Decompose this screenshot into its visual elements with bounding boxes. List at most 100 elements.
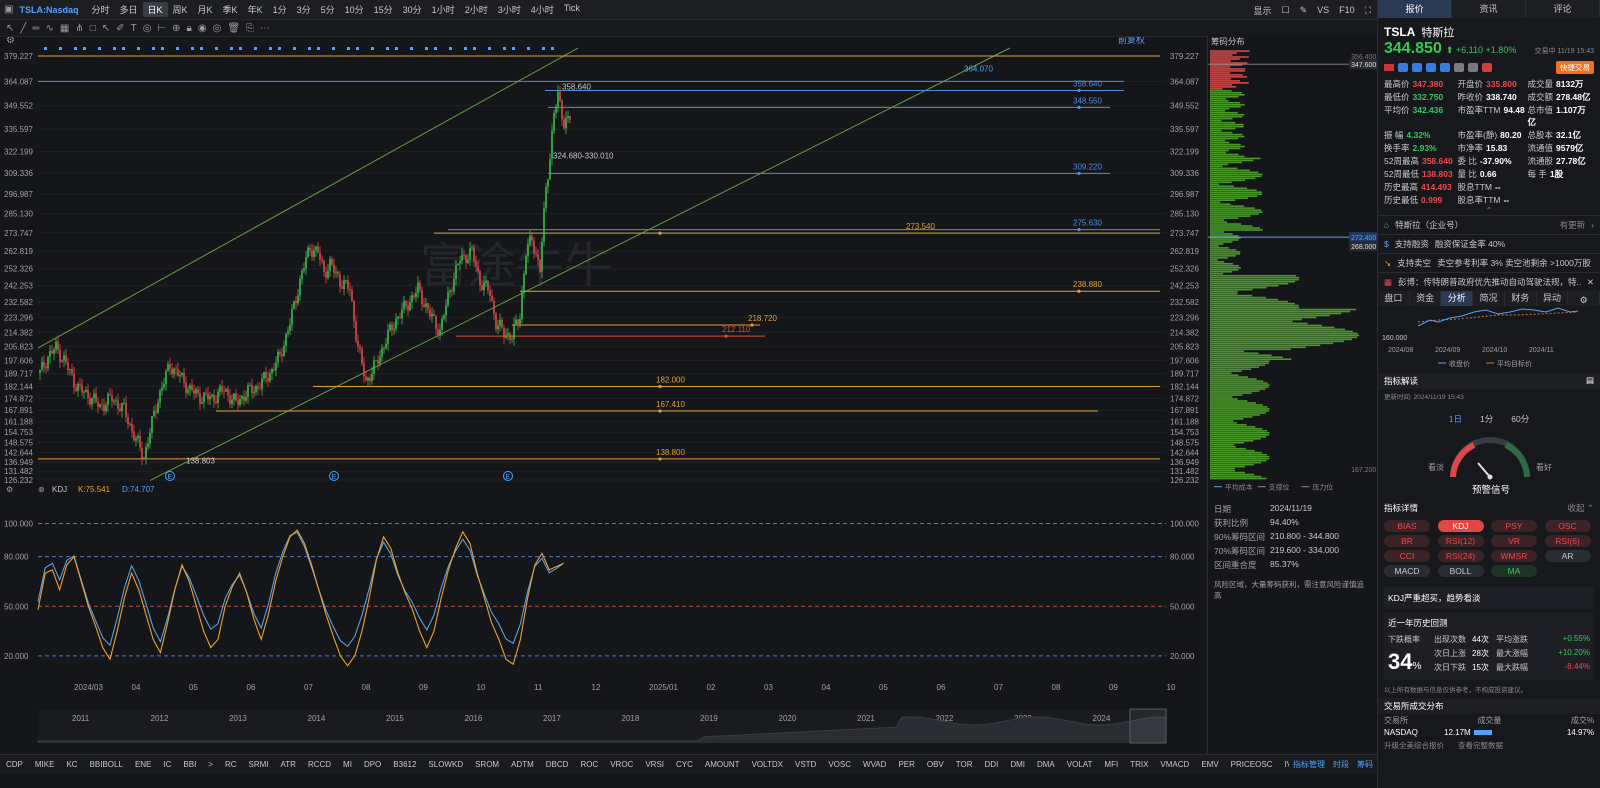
timeframe-tab[interactable]: Tick xyxy=(559,2,585,17)
company-more[interactable]: 有更新 xyxy=(1560,219,1586,231)
indicator-tab[interactable]: VSTD xyxy=(789,760,822,769)
indicator-tab[interactable]: AMOUNT xyxy=(699,760,746,769)
analysis-tab[interactable]: 异动 xyxy=(1537,291,1569,306)
signal-period-tab[interactable]: 1日 xyxy=(1449,413,1462,425)
draw-icon[interactable]: ✎ xyxy=(1300,5,1308,16)
text-tool-icon[interactable]: T xyxy=(131,23,137,34)
close-icon[interactable]: ✕ xyxy=(1587,277,1594,288)
full-data-link[interactable]: 查看完整数据 xyxy=(1458,740,1503,751)
indicator-button[interactable]: BOLL xyxy=(1437,565,1484,577)
analysis-tab[interactable]: 简况 xyxy=(1473,291,1505,306)
timeframe-tab[interactable]: 日K xyxy=(142,2,168,17)
indicator-tab[interactable]: SRMI xyxy=(243,760,275,769)
indicator-tab[interactable]: KC xyxy=(60,760,83,769)
indicator-tab[interactable]: SLOWKD xyxy=(422,760,469,769)
indicator-tab[interactable]: VOLAT xyxy=(1061,760,1099,769)
indicator-button[interactable]: BR xyxy=(1384,535,1430,547)
indicator-tab[interactable]: WVAD xyxy=(857,760,892,769)
timeframe-tab[interactable]: 季K xyxy=(218,2,243,17)
timeframe-tab[interactable]: 30分 xyxy=(398,2,427,17)
f10-button[interactable]: F10 xyxy=(1339,5,1355,15)
indicator-tab[interactable]: RC xyxy=(219,760,243,769)
pitchfork-tool-icon[interactable]: ⋔ xyxy=(75,23,83,34)
timeframe-tab[interactable]: 多日 xyxy=(114,2,142,17)
kdj-settings-icon[interactable]: ⚙ xyxy=(6,485,13,494)
indicator-tab[interactable]: VOLTDX xyxy=(746,760,789,769)
compare-button[interactable]: VS xyxy=(1317,5,1329,15)
indicator-right-tab[interactable]: 时段 xyxy=(1329,759,1353,770)
analysis-tab[interactable]: 盘口 xyxy=(1378,291,1410,306)
collapse-icon[interactable]: ⌃ xyxy=(1378,206,1600,215)
indicator-tab[interactable]: PER xyxy=(892,760,920,769)
layout-icon[interactable]: ☐ xyxy=(1282,5,1290,16)
indicator-tab[interactable]: RCCD xyxy=(302,760,337,769)
indicator-button[interactable]: RSI(6) xyxy=(1544,535,1591,547)
indicator-tab[interactable]: CYC xyxy=(670,760,699,769)
indicator-tab[interactable]: ADTM xyxy=(505,760,540,769)
signal-period-tab[interactable]: 60分 xyxy=(1511,413,1529,425)
quote-tab[interactable]: 评论 xyxy=(1526,0,1600,18)
indicator-tab[interactable]: MIKE xyxy=(29,760,61,769)
arrow-tool-icon[interactable]: ↖ xyxy=(102,23,110,34)
indicator-button[interactable]: VR xyxy=(1491,535,1537,547)
magnet-icon[interactable]: ◎ xyxy=(143,23,152,34)
indicator-tab[interactable]: DBCD xyxy=(540,760,575,769)
ruler-icon[interactable]: ⊢ xyxy=(157,23,166,34)
indicator-tab[interactable]: DMA xyxy=(1031,760,1061,769)
timeframe-tab[interactable]: 1分 xyxy=(268,2,292,17)
more-icon[interactable]: ⋯ xyxy=(260,23,270,34)
lock-icon[interactable]: 🔒︎ xyxy=(187,23,192,34)
news-text[interactable]: 彭博：传特朗普政府优先推动自动驾驶法规，特... xyxy=(1398,276,1581,288)
indicator-tab[interactable]: BBIBOLL xyxy=(84,760,129,769)
indicator-button[interactable]: OSC xyxy=(1544,520,1591,532)
indicator-tab[interactable]: ATR xyxy=(275,760,302,769)
timeframe-tab[interactable]: 周K xyxy=(168,2,193,17)
timeframe-tab[interactable]: 3小时 xyxy=(493,2,526,17)
indicator-tab[interactable]: CDP xyxy=(0,760,29,769)
indicator-button[interactable]: MACD xyxy=(1384,565,1430,577)
symbol-label[interactable]: TSLA:Nasdaq xyxy=(19,5,78,15)
indicator-tab[interactable]: DMI xyxy=(1004,760,1031,769)
indicator-tab[interactable]: OBV xyxy=(921,760,950,769)
indicator-tab[interactable]: VMACD xyxy=(1154,760,1195,769)
cursor-icon[interactable]: ↖ xyxy=(6,23,14,34)
timeframe-tab[interactable]: 月K xyxy=(193,2,218,17)
collapse-button[interactable]: 收起 ⌃ xyxy=(1568,502,1595,514)
timeframe-tab[interactable]: 分时 xyxy=(86,2,114,17)
line-tool-icon[interactable]: ╱ xyxy=(20,23,26,34)
indicator-tab[interactable]: ROC xyxy=(574,760,604,769)
navigator-window[interactable] xyxy=(1129,708,1167,744)
indicator-tab[interactable]: DPO xyxy=(358,760,387,769)
company-row[interactable]: ⌂ 特斯拉（企业号） 有更新 › xyxy=(1378,215,1600,234)
timeframe-tab[interactable]: 年K xyxy=(243,2,268,17)
brush-tool-icon[interactable]: ✐ xyxy=(116,23,124,34)
quote-tab[interactable]: 报价 xyxy=(1378,0,1452,18)
restore-select[interactable]: 前复权 xyxy=(1118,37,1145,45)
indicator-tab[interactable]: VOSC xyxy=(822,760,857,769)
timeframe-tab[interactable]: 2小时 xyxy=(460,2,493,17)
indicator-button[interactable]: MA xyxy=(1491,565,1537,577)
display-menu[interactable]: 显示 xyxy=(1254,4,1272,17)
indicator-button[interactable]: RSI(24) xyxy=(1437,550,1484,562)
indicator-tab[interactable]: > xyxy=(202,760,219,769)
indicator-button[interactable]: PSY xyxy=(1491,520,1537,532)
indicator-button[interactable]: BIAS xyxy=(1384,520,1430,532)
indicator-tab[interactable]: IV xyxy=(1278,760,1289,769)
timeframe-tab[interactable]: 5分 xyxy=(316,2,340,17)
copy-icon[interactable]: ⎘ xyxy=(246,23,254,34)
analysis-tab[interactable]: 资金 xyxy=(1410,291,1442,306)
fullscreen-icon[interactable]: ⛶ xyxy=(1365,5,1371,16)
indicator-button[interactable]: RSI(12) xyxy=(1437,535,1484,547)
sidebar-toggle-icon[interactable]: ▣ xyxy=(4,4,13,15)
kdj-collapse-icon[interactable]: ⊗ xyxy=(38,485,45,494)
indicator-button[interactable]: AR xyxy=(1544,550,1591,562)
news-row[interactable]: ▦ 彭博：传特朗普政府优先推动自动驾驶法规，特... ✕ xyxy=(1378,272,1600,291)
upgrade-link[interactable]: 升级全美综合报价 xyxy=(1384,740,1444,751)
indicator-tab[interactable]: MI xyxy=(337,760,358,769)
hline-tool-icon[interactable]: ═ xyxy=(32,23,39,34)
indicator-tab[interactable]: MFI xyxy=(1098,760,1124,769)
indicator-tab[interactable]: IC xyxy=(157,760,177,769)
indicator-tab[interactable]: VRSI xyxy=(639,760,670,769)
layers-icon[interactable]: ◎ xyxy=(213,23,222,34)
main-chart-area[interactable]: 富途牛牛 358.640 348.550 309.220 275.630 273.540… xyxy=(0,37,1236,744)
